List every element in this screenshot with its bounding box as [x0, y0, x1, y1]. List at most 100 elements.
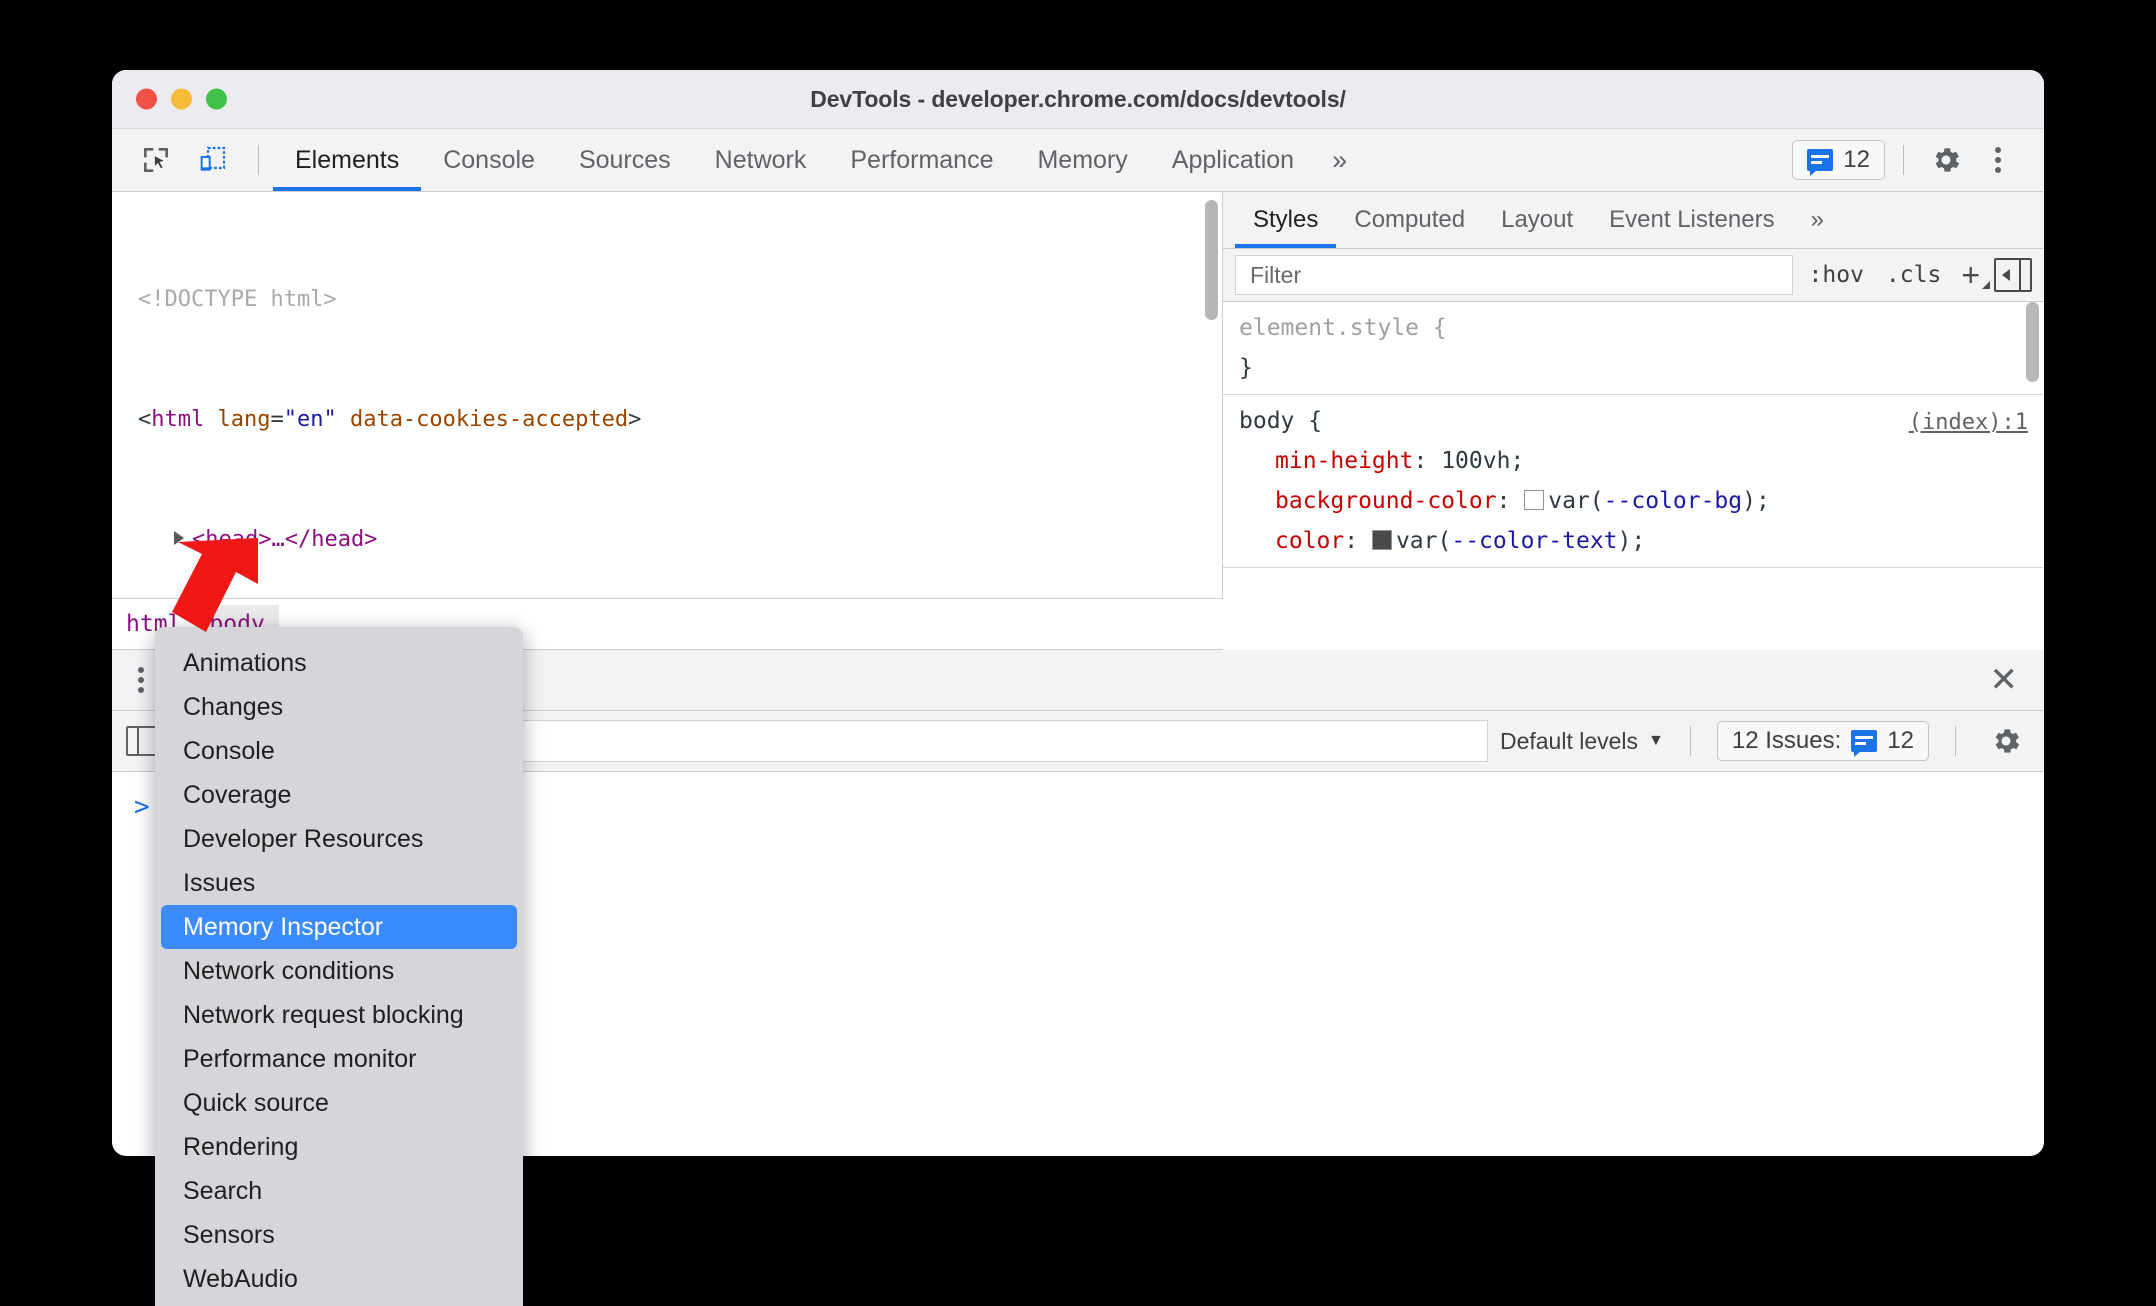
- styles-rules: element.style { } (index):1 body { min-h…: [1223, 302, 2044, 568]
- menu-item-changes[interactable]: Changes: [161, 685, 517, 729]
- prop-color: color: [1275, 528, 1345, 554]
- prop-background-color: background-color: [1275, 488, 1497, 514]
- gear-icon[interactable]: [1922, 136, 1970, 184]
- chevron-down-icon: ▼: [1648, 732, 1664, 749]
- issues-counter-button[interactable]: 12: [1792, 140, 1885, 180]
- console-issue-message-icon: [1851, 730, 1878, 757]
- styles-filter-placeholder: Filter: [1250, 261, 1302, 288]
- devtools-main-toolbar: Elements Console Sources Network Perform…: [112, 129, 2044, 192]
- rule-element-style[interactable]: element.style { }: [1223, 302, 2044, 395]
- rule-body[interactable]: (index):1 body { min-height: 100vh; back…: [1223, 395, 2044, 568]
- close-window-button[interactable]: [136, 88, 157, 110]
- close-drawer-icon[interactable]: ✕: [1990, 650, 2045, 710]
- tab-event-listeners[interactable]: Event Listeners: [1591, 192, 1792, 248]
- styles-sidebar-tabs: Styles Computed Layout Event Listeners »: [1223, 192, 2044, 249]
- menu-item-animations-label: Animations: [183, 648, 307, 677]
- dom-line-doctype[interactable]: <!DOCTYPE html>: [112, 280, 1222, 320]
- html-tag: html: [151, 407, 205, 432]
- tab-console[interactable]: Console: [421, 129, 557, 191]
- color-swatch-text[interactable]: [1371, 530, 1392, 550]
- style-source-link[interactable]: (index):1: [1909, 403, 2028, 443]
- cls-toggle-button[interactable]: .cls: [1880, 262, 1947, 288]
- var-color-bg[interactable]: --color-bg: [1604, 488, 1742, 514]
- tab-computed[interactable]: Computed: [1336, 192, 1483, 248]
- toolbar-divider: [258, 145, 259, 175]
- console-issues-count: 12: [1887, 727, 1914, 754]
- tab-network[interactable]: Network: [693, 129, 829, 191]
- minimize-window-button[interactable]: [171, 88, 192, 110]
- menu-item-coverage-label: Coverage: [183, 780, 292, 809]
- menu-item-search[interactable]: Search: [161, 1169, 517, 1213]
- dom-tree-scrollbar[interactable]: [1205, 200, 1218, 320]
- menu-item-rendering-label: Rendering: [183, 1132, 299, 1161]
- tab-styles[interactable]: Styles: [1235, 192, 1337, 248]
- tab-sources-label: Sources: [578, 145, 671, 174]
- menu-item-issues[interactable]: Issues: [161, 861, 517, 905]
- device-toolbar-icon[interactable]: [188, 136, 236, 184]
- menu-item-developer-resources-label: Developer Resources: [183, 824, 424, 853]
- html-attr-lang-value: "en": [283, 407, 337, 432]
- dom-line-head[interactable]: <head>…</head>: [112, 520, 1222, 560]
- screenshot-root: DevTools - developer.chrome.com/docs/dev…: [0, 0, 2156, 1306]
- toggle-styles-sidebar-icon[interactable]: [1994, 258, 2032, 292]
- declaration-min-height[interactable]: min-height: 100vh;: [1239, 441, 2028, 481]
- kebab-menu-icon[interactable]: [1974, 136, 2022, 184]
- menu-item-network-request-blocking-label: Network request blocking: [183, 1000, 464, 1029]
- menu-item-network-conditions[interactable]: Network conditions: [161, 949, 517, 993]
- tab-performance[interactable]: Performance: [828, 129, 1015, 191]
- inspect-element-icon[interactable]: [132, 136, 180, 184]
- dom-tree: <!DOCTYPE html> <html lang="en" data-coo…: [112, 192, 1222, 598]
- styles-more-tabs-chevron-icon[interactable]: »: [1793, 192, 1842, 248]
- declaration-color[interactable]: color: var(--color-text);: [1239, 521, 2028, 561]
- dom-line-html[interactable]: <html lang="en" data-cookies-accepted>: [112, 400, 1222, 440]
- toolbar-right-icons: 12: [1792, 129, 2044, 191]
- tab-application[interactable]: Application: [1150, 129, 1316, 191]
- more-tabs-chevron-icon[interactable]: »: [1316, 129, 1363, 191]
- toolbar-divider-2: [1903, 145, 1904, 175]
- new-style-rule-button[interactable]: +: [1957, 259, 1990, 291]
- menu-item-webaudio[interactable]: WebAudio: [161, 1257, 517, 1301]
- element-style-selector: element.style {: [1239, 315, 1447, 341]
- console-levels-label: Default levels: [1499, 727, 1639, 754]
- declaration-background-color[interactable]: background-color: var(--color-bg);: [1239, 481, 2028, 521]
- menu-item-animations[interactable]: Animations: [161, 641, 517, 685]
- menu-item-console[interactable]: Console: [161, 729, 517, 773]
- menu-item-sensors[interactable]: Sensors: [161, 1213, 517, 1257]
- prop-min-height: min-height: [1275, 448, 1414, 474]
- menu-item-performance-monitor[interactable]: Performance monitor: [161, 1037, 517, 1081]
- styles-scrollbar[interactable]: [2026, 302, 2039, 382]
- tab-styles-label: Styles: [1253, 206, 1319, 233]
- dom-tree-pane[interactable]: <!DOCTYPE html> <html lang="en" data-coo…: [112, 192, 1223, 598]
- issues-count: 12: [1843, 146, 1870, 173]
- zoom-window-button[interactable]: [206, 88, 227, 110]
- console-levels-dropdown[interactable]: Default levels ▼: [1500, 728, 1664, 755]
- menu-item-network-request-blocking[interactable]: Network request blocking: [161, 993, 517, 1037]
- hov-toggle-button[interactable]: :hov: [1803, 262, 1870, 288]
- tab-elements[interactable]: Elements: [273, 129, 422, 191]
- main-panel-tabs: Elements Console Sources Network Perform…: [273, 129, 1363, 191]
- tab-event-listeners-label: Event Listeners: [1609, 206, 1775, 233]
- html-attr-cookies: data-cookies-accepted: [349, 407, 629, 432]
- styles-more-tabs-label: »: [1810, 206, 1824, 233]
- tab-computed-label: Computed: [1354, 206, 1466, 233]
- menu-item-search-label: Search: [183, 1176, 263, 1205]
- console-issues-button[interactable]: 12 Issues: 12: [1716, 721, 1929, 761]
- doctype-text: <!DOCTYPE html>: [138, 287, 337, 312]
- menu-item-memory-inspector[interactable]: Memory Inspector: [161, 905, 517, 949]
- window-controls: [136, 88, 227, 110]
- var-color-text[interactable]: --color-text: [1451, 528, 1617, 554]
- menu-item-coverage[interactable]: Coverage: [161, 773, 517, 817]
- console-settings-icon[interactable]: [1982, 717, 2030, 765]
- menu-item-console-label: Console: [183, 736, 275, 765]
- console-issues-label: 12 Issues:: [1731, 727, 1842, 754]
- tab-memory[interactable]: Memory: [1015, 129, 1149, 191]
- styles-filter-input[interactable]: Filter: [1235, 255, 1793, 295]
- styles-pane: Styles Computed Layout Event Listeners »…: [1223, 192, 2044, 598]
- tab-sources[interactable]: Sources: [557, 129, 693, 191]
- menu-item-rendering[interactable]: Rendering: [161, 1125, 517, 1169]
- more-tools-dropdown-menu: Animations Changes Console Coverage Deve…: [155, 627, 523, 1306]
- tab-layout[interactable]: Layout: [1483, 192, 1591, 248]
- menu-item-developer-resources[interactable]: Developer Resources: [161, 817, 517, 861]
- menu-item-quick-source[interactable]: Quick source: [161, 1081, 517, 1125]
- color-swatch-bg[interactable]: [1524, 490, 1545, 510]
